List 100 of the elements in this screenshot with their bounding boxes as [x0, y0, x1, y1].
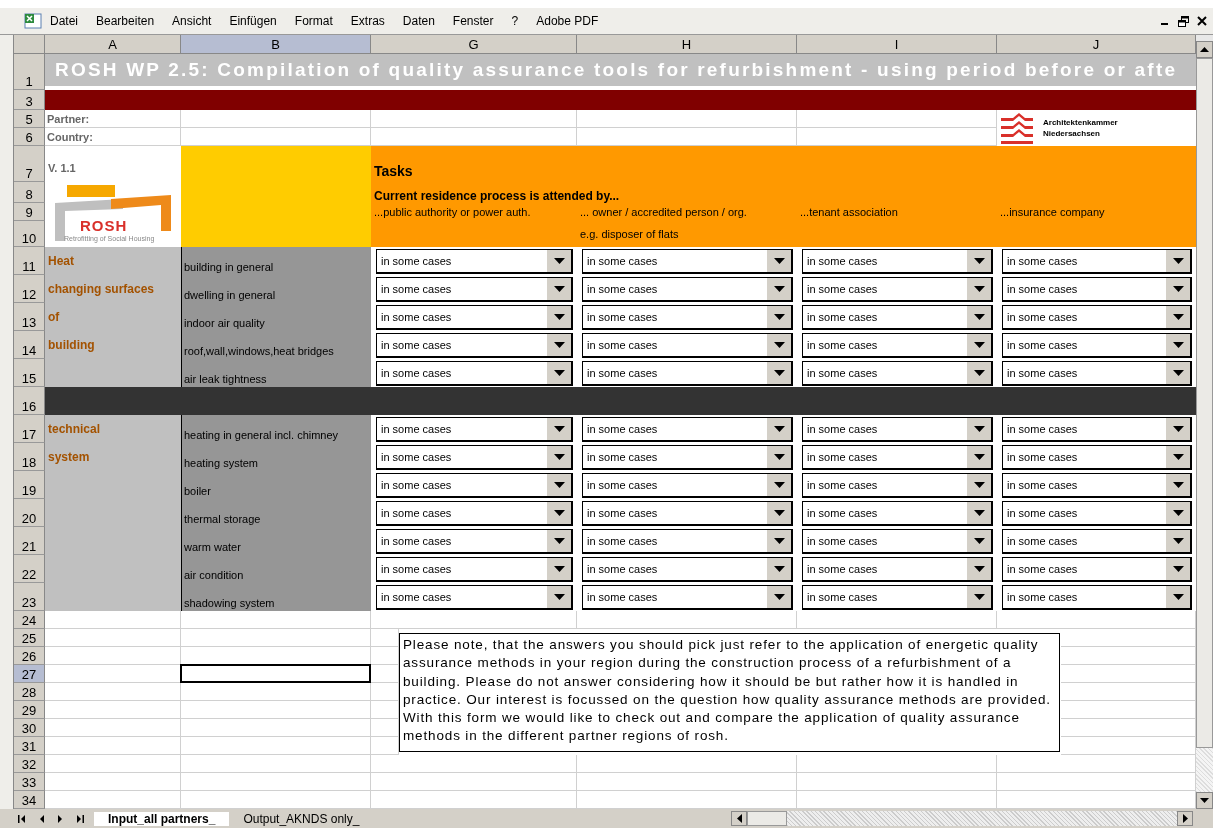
scroll-right-icon[interactable] [1182, 814, 1188, 823]
answer-dropdown[interactable]: in some cases [376, 248, 573, 274]
column-header[interactable]: H [577, 35, 797, 54]
scroll-up-icon[interactable] [1200, 47, 1209, 52]
sheet-cell[interactable] [997, 755, 1196, 773]
menu-item[interactable]: Format [294, 14, 333, 28]
answer-dropdown[interactable]: in some cases [802, 556, 993, 582]
row-header[interactable]: 7 [14, 146, 45, 182]
answer-dropdown[interactable]: in some cases [802, 528, 993, 554]
answer-dropdown[interactable]: in some cases [1002, 444, 1192, 470]
answer-dropdown[interactable]: in some cases [802, 416, 993, 442]
row-header[interactable]: 21 [14, 527, 45, 555]
horizontal-scrollbar[interactable] [731, 811, 1193, 826]
answer-dropdown[interactable]: in some cases [1002, 360, 1192, 386]
row-header[interactable]: 18 [14, 443, 45, 471]
row-header[interactable]: 6 [14, 128, 45, 146]
sheet-cell[interactable] [577, 755, 797, 773]
answer-dropdown[interactable]: in some cases [1002, 584, 1192, 610]
answer-dropdown[interactable]: in some cases [376, 332, 573, 358]
row-header[interactable]: 32 [14, 755, 45, 773]
scroll-down-icon[interactable] [1200, 798, 1209, 803]
last-sheet-icon[interactable] [75, 814, 84, 823]
answer-dropdown[interactable]: in some cases [582, 416, 793, 442]
sheet-cell[interactable] [181, 773, 371, 791]
sheet-cell[interactable] [371, 773, 577, 791]
spreadsheet-app-icon[interactable] [24, 13, 42, 29]
answer-dropdown[interactable]: in some cases [376, 276, 573, 302]
answer-dropdown[interactable]: in some cases [1002, 304, 1192, 330]
answer-dropdown[interactable]: in some cases [1002, 528, 1192, 554]
column-header[interactable]: G [371, 35, 577, 54]
menu-item[interactable]: Datei [50, 14, 78, 28]
answer-dropdown[interactable]: in some cases [376, 584, 573, 610]
answer-dropdown[interactable]: in some cases [1002, 276, 1192, 302]
row-header[interactable]: 16 [14, 387, 45, 415]
sheet-cell[interactable] [45, 737, 181, 755]
sheet-cell[interactable] [45, 755, 181, 773]
sheet-cell[interactable] [797, 773, 997, 791]
answer-dropdown[interactable]: in some cases [1002, 556, 1192, 582]
answer-dropdown[interactable]: in some cases [582, 444, 793, 470]
row-header[interactable]: 5 [14, 110, 45, 128]
menu-item[interactable]: Bearbeiten [96, 14, 155, 28]
row-header[interactable]: 12 [14, 275, 45, 303]
answer-dropdown[interactable]: in some cases [802, 276, 993, 302]
sheet-tab[interactable]: Input_all partners_ [94, 811, 230, 826]
answer-dropdown[interactable]: in some cases [376, 360, 573, 386]
sheet-cell[interactable] [181, 755, 371, 773]
menu-item[interactable]: Adobe PDF [536, 14, 599, 28]
previous-sheet-icon[interactable] [39, 814, 45, 823]
column-header[interactable]: A [45, 35, 181, 54]
menu-item[interactable]: Ansicht [172, 14, 212, 28]
row-header[interactable]: 1 [14, 54, 45, 90]
column-header[interactable]: J [997, 35, 1196, 54]
answer-dropdown[interactable]: in some cases [582, 360, 793, 386]
answer-dropdown[interactable]: in some cases [1002, 472, 1192, 498]
close-icon[interactable] [1197, 16, 1207, 26]
answer-dropdown[interactable]: in some cases [1002, 248, 1192, 274]
sheet-cell[interactable] [45, 629, 181, 647]
sheet-cell[interactable] [797, 755, 997, 773]
restore-icon[interactable] [1178, 15, 1189, 27]
row-header[interactable]: 31 [14, 737, 45, 755]
row-header[interactable]: 8 [14, 182, 45, 203]
row-header[interactable]: 9 [14, 203, 45, 221]
row-header[interactable]: 17 [14, 415, 45, 443]
answer-dropdown[interactable]: in some cases [802, 444, 993, 470]
answer-dropdown[interactable]: in some cases [582, 584, 793, 610]
row-header[interactable]: 11 [14, 247, 45, 275]
row-header[interactable]: 23 [14, 583, 45, 611]
answer-dropdown[interactable]: in some cases [376, 444, 573, 470]
row-header[interactable]: 24 [14, 611, 45, 629]
sheet-cell[interactable] [577, 773, 797, 791]
row-header[interactable]: 33 [14, 773, 45, 791]
answer-dropdown[interactable]: in some cases [582, 276, 793, 302]
sheet-cell[interactable] [45, 701, 181, 719]
answer-dropdown[interactable]: in some cases [1002, 416, 1192, 442]
row-header[interactable]: 27 [14, 665, 45, 683]
row-header[interactable]: 30 [14, 719, 45, 737]
selected-cell[interactable] [180, 664, 371, 683]
answer-dropdown[interactable]: in some cases [582, 528, 793, 554]
answer-dropdown[interactable]: in some cases [376, 500, 573, 526]
answer-dropdown[interactable]: in some cases [802, 472, 993, 498]
sheet-cell[interactable] [371, 755, 577, 773]
row-header[interactable]: 26 [14, 647, 45, 665]
scroll-left-icon[interactable] [736, 814, 742, 823]
row-header[interactable]: 25 [14, 629, 45, 647]
answer-dropdown[interactable]: in some cases [582, 472, 793, 498]
row-header[interactable]: 15 [14, 359, 45, 387]
menu-item[interactable]: Daten [402, 14, 435, 28]
column-header[interactable]: B [181, 35, 371, 54]
sheet-cell[interactable] [181, 629, 371, 647]
row-header[interactable]: 29 [14, 701, 45, 719]
sheet-cell[interactable] [45, 773, 181, 791]
sheet-cell[interactable] [45, 719, 181, 737]
select-all-corner[interactable] [14, 35, 45, 54]
row-header[interactable]: 14 [14, 331, 45, 359]
answer-dropdown[interactable]: in some cases [802, 304, 993, 330]
sheet-cell[interactable] [181, 683, 371, 701]
sheet-cell[interactable] [181, 737, 371, 755]
answer-dropdown[interactable]: in some cases [376, 472, 573, 498]
answer-dropdown[interactable]: in some cases [582, 500, 793, 526]
answer-dropdown[interactable]: in some cases [1002, 500, 1192, 526]
